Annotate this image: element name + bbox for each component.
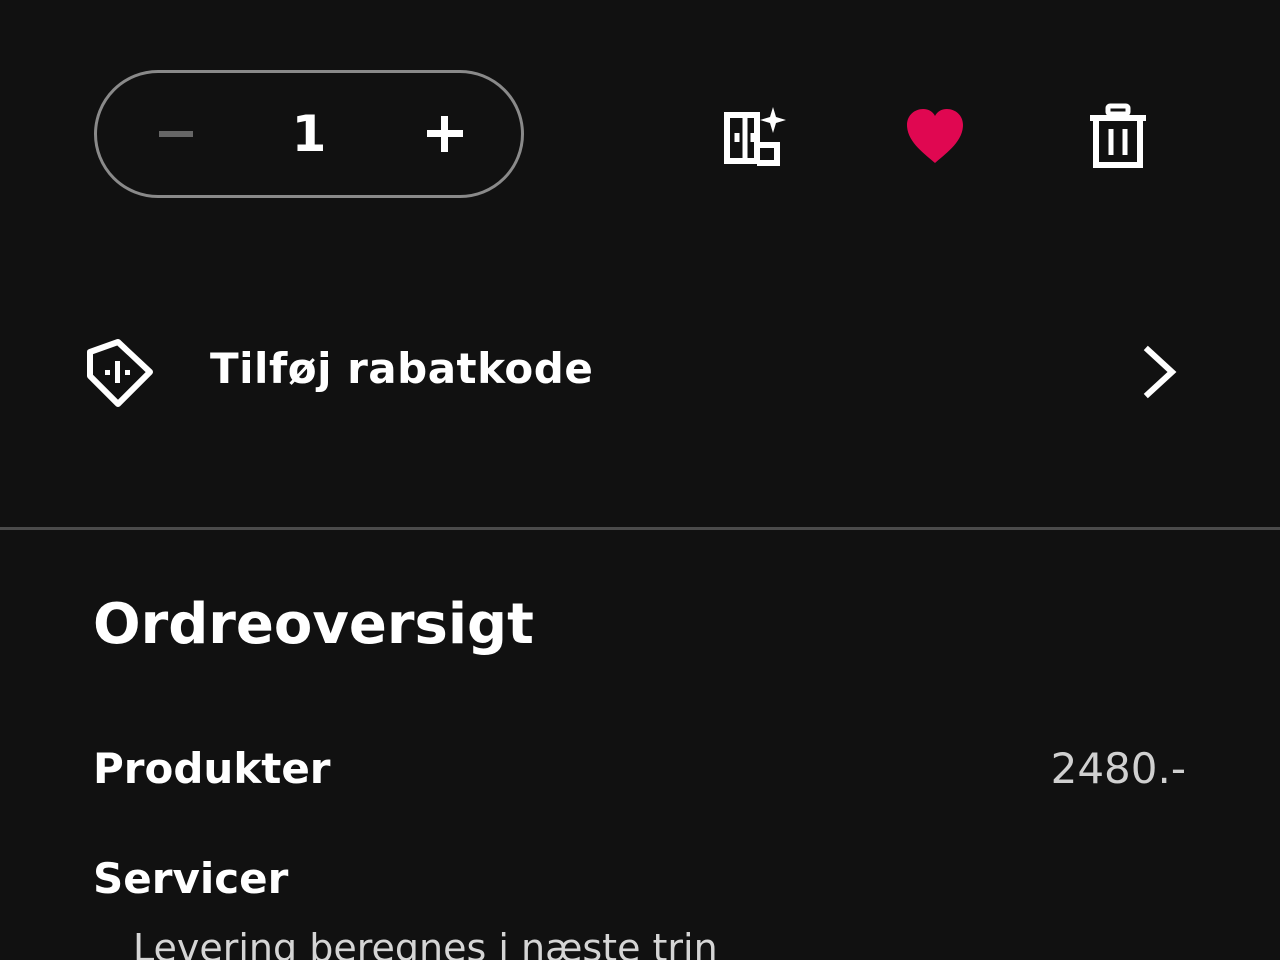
services-label: Servicer [93, 854, 289, 903]
section-divider [0, 527, 1280, 530]
compare-button[interactable] [712, 96, 792, 176]
plus-icon [427, 116, 463, 152]
compare-sparkle-icon [724, 107, 786, 166]
chevron-right-icon [1143, 345, 1177, 399]
delete-button[interactable] [1078, 96, 1158, 176]
cart-page: 1 Tilføj rabatkode Ordreoversigt Produkt… [0, 0, 1280, 960]
heart-icon [907, 109, 963, 163]
order-summary-title: Ordreoversigt [93, 592, 534, 657]
add-discount-code-row[interactable]: Tilføj rabatkode [0, 300, 1280, 450]
quantity-stepper: 1 [94, 70, 524, 198]
discount-tag-icon [87, 339, 153, 407]
favorite-button[interactable] [895, 96, 975, 176]
products-label: Produkter [93, 744, 331, 793]
delivery-note: Levering beregnes i næste trin [133, 926, 718, 960]
trash-icon [1090, 103, 1146, 168]
discount-label: Tilføj rabatkode [210, 344, 594, 393]
products-price: 2480.- [1050, 744, 1186, 793]
increase-quantity-button[interactable] [385, 73, 505, 195]
